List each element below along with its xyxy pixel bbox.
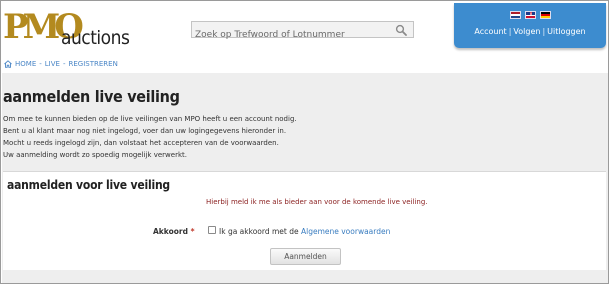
account-link[interactable]: Account	[474, 27, 506, 36]
panel-title: aanmelden voor live veiling	[7, 178, 170, 192]
required-marker: *	[190, 227, 195, 236]
agree-checkbox[interactable]	[208, 226, 216, 234]
breadcrumb-registreren[interactable]: REGISTREREN	[69, 60, 118, 68]
uitloggen-link[interactable]: Uitloggen	[547, 27, 585, 36]
registration-note: Hierbij meld ik me als bieder aan voor d…	[206, 198, 428, 206]
aanmelden-button[interactable]: Aanmelden	[270, 248, 341, 265]
agree-text-label: Ik ga akkoord met de	[219, 227, 299, 236]
agree-label: Akkoord *	[153, 227, 195, 236]
flag-de-icon[interactable]	[540, 11, 551, 19]
breadcrumb-live[interactable]: LIVE	[45, 60, 60, 68]
flag-en-icon[interactable]	[525, 11, 536, 19]
search-input[interactable]	[192, 27, 388, 43]
search-box	[191, 21, 414, 43]
breadcrumb-separator: -	[62, 60, 66, 68]
intro-line: Bent u al klant maar nog niet ingelogd, …	[3, 127, 287, 135]
page-title: aanmelden live veiling	[3, 87, 180, 106]
search-icon[interactable]	[395, 24, 407, 36]
intro-text: Om mee te kunnen bieden op de live veili…	[3, 113, 343, 161]
registration-panel: aanmelden voor live veiling Hierbij meld…	[3, 171, 606, 270]
logo-text: auctions	[61, 27, 130, 49]
browser-viewport: PMO auctions Account|Volgen|Uitloggen HO…	[0, 0, 609, 284]
account-panel: Account | Volgen | Uitloggen	[454, 3, 606, 48]
language-switcher	[510, 11, 551, 20]
site-logo[interactable]: PMO auctions	[3, 7, 130, 53]
breadcrumb-home[interactable]: HOME	[15, 60, 36, 68]
volgen-link[interactable]: Volgen	[513, 27, 540, 36]
agree-label-text: Akkoord	[153, 227, 188, 236]
home-icon[interactable]	[4, 60, 12, 68]
breadcrumb: HOME - LIVE - REGISTREREN	[4, 59, 118, 69]
terms-link[interactable]: Algemene voorwaarden	[301, 227, 390, 236]
intro-line: Mocht u reeds ingelogd zijn, dan volstaa…	[3, 139, 279, 147]
breadcrumb-separator: -	[39, 60, 42, 68]
intro-line: Om mee te kunnen bieden op de live veili…	[3, 115, 297, 123]
account-links: Account | Volgen | Uitloggen	[454, 27, 606, 36]
agree-text: Ik ga akkoord met de Algemene voorwaarde…	[219, 227, 390, 236]
flag-nl-icon[interactable]	[510, 11, 521, 19]
intro-line: Uw aanmelding wordt zo spoedig mogelijk …	[3, 151, 187, 159]
